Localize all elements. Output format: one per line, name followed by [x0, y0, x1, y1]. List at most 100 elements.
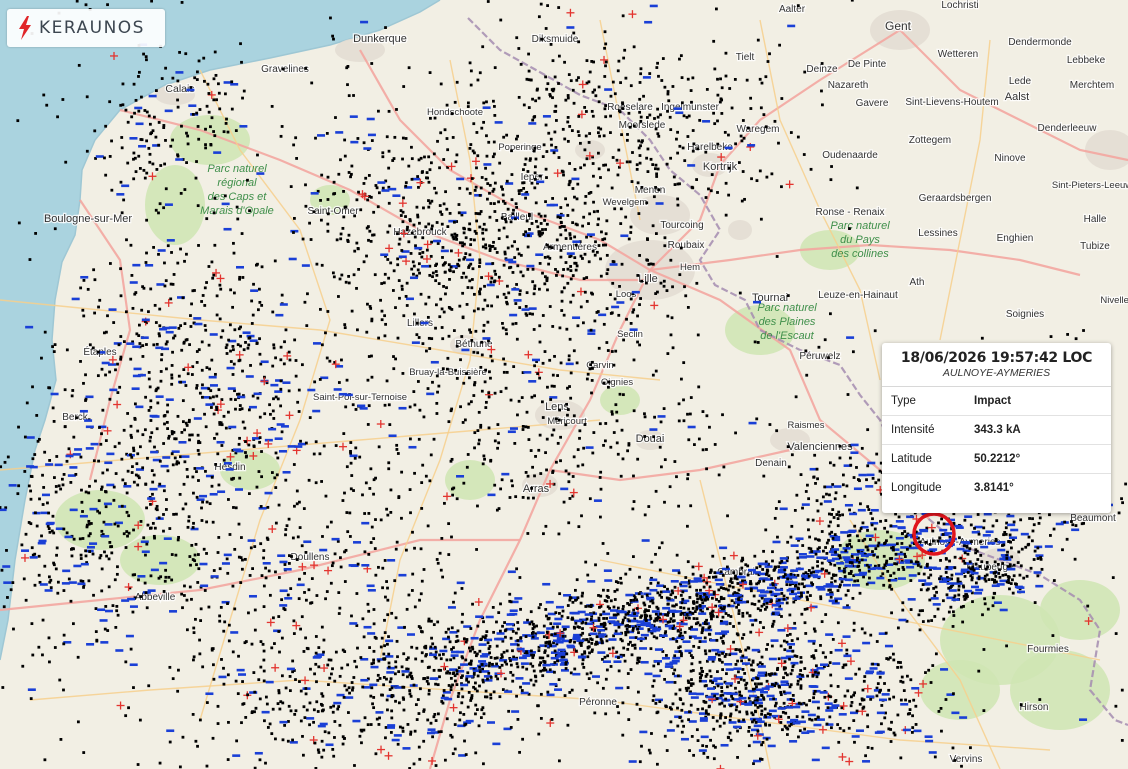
- strike-marker: [191, 475, 195, 479]
- negative-strike-marker: [597, 651, 606, 654]
- strike-marker: [420, 651, 424, 655]
- strike-marker: [420, 579, 424, 583]
- strike-marker: [742, 633, 746, 637]
- strike-marker: [482, 323, 486, 327]
- negative-strike-marker: [514, 597, 523, 600]
- strike-marker: [793, 654, 797, 658]
- strike-marker: [136, 452, 140, 456]
- strike-marker: [200, 519, 204, 522]
- strike-marker: [325, 131, 329, 135]
- strike-marker: [798, 729, 802, 733]
- negative-strike-marker: [333, 388, 342, 391]
- strike-marker: [149, 405, 153, 409]
- strike-marker: [373, 273, 377, 277]
- strike-marker: [745, 712, 749, 716]
- strike-marker: [367, 404, 371, 408]
- strike-marker: [397, 279, 401, 282]
- strike-marker: [198, 638, 201, 642]
- strike-marker: [469, 83, 473, 87]
- strike-marker: [421, 236, 425, 240]
- strike-marker: [505, 235, 509, 239]
- strike-marker: [699, 608, 703, 612]
- strike-marker: [1010, 546, 1013, 550]
- strike-marker: [571, 616, 574, 620]
- strike-marker: [735, 605, 739, 609]
- strike-marker: [103, 550, 106, 554]
- strike-marker: [517, 252, 521, 256]
- negative-strike-marker: [806, 555, 815, 558]
- strike-marker: [704, 652, 708, 656]
- negative-strike-marker: [79, 514, 88, 518]
- strike-marker: [62, 642, 66, 646]
- strike-marker: [173, 456, 177, 460]
- strike-marker: [155, 427, 159, 431]
- place-label-beaumont: Beaumont: [1070, 513, 1116, 524]
- strike-marker: [840, 580, 844, 584]
- strike-marker: [56, 591, 60, 595]
- place-label-wetteren: Wetteren: [938, 49, 978, 60]
- strike-marker: [405, 658, 409, 661]
- negative-strike-marker: [669, 610, 678, 613]
- strike-marker: [784, 711, 788, 715]
- strike-marker: [666, 602, 670, 606]
- strike-marker: [137, 578, 140, 582]
- strike-marker: [486, 320, 490, 324]
- strike-marker: [809, 594, 812, 597]
- strike-marker: [150, 431, 154, 435]
- negative-strike-marker: [37, 541, 46, 545]
- strike-marker: [217, 536, 221, 539]
- strike-marker: [291, 659, 295, 663]
- strike-marker: [432, 668, 436, 672]
- negative-strike-marker: [270, 383, 279, 387]
- strike-marker: [680, 719, 684, 723]
- strike-marker: [713, 694, 717, 698]
- strike-marker: [884, 561, 888, 565]
- strike-marker: [268, 593, 272, 597]
- strike-marker: [678, 716, 682, 719]
- strike-marker: [938, 577, 941, 581]
- strike-marker: [729, 738, 733, 742]
- negative-strike-marker: [8, 484, 17, 487]
- strike-marker: [613, 207, 617, 211]
- strike-marker: [148, 439, 152, 443]
- strike-marker: [511, 649, 514, 653]
- strike-marker: [566, 604, 570, 607]
- strike-marker: [515, 567, 519, 571]
- strike-marker: [979, 540, 982, 544]
- strike-marker: [367, 512, 371, 515]
- strike-marker: [584, 621, 588, 625]
- strike-marker: [321, 535, 324, 538]
- strike-marker: [223, 620, 227, 624]
- strike-marker: [69, 481, 73, 484]
- strike-marker: [337, 612, 341, 615]
- strike-marker: [944, 571, 948, 574]
- negative-strike-marker: [159, 327, 168, 331]
- strike-marker: [415, 205, 419, 209]
- strike-marker: [460, 620, 464, 624]
- strike-marker: [185, 424, 189, 427]
- strike-marker: [448, 671, 451, 675]
- strike-marker: [121, 478, 125, 482]
- strike-marker: [584, 605, 588, 608]
- strike-marker: [793, 621, 797, 625]
- strike-marker: [533, 146, 537, 150]
- strike-marker: [633, 646, 637, 650]
- negative-strike-marker: [907, 598, 916, 601]
- negative-strike-marker: [535, 253, 544, 257]
- strike-marker: [280, 674, 284, 678]
- strike-marker: [810, 550, 814, 553]
- strike-marker: [216, 551, 220, 554]
- strike-marker: [43, 564, 47, 568]
- strike-marker: [596, 681, 600, 685]
- strike-marker: [877, 564, 881, 567]
- strike-marker: [5, 549, 8, 552]
- strike-marker: [218, 317, 222, 321]
- strike-marker: [49, 586, 53, 590]
- negative-strike-marker: [0, 508, 7, 512]
- strike-marker: [969, 523, 973, 527]
- strike-marker: [141, 344, 145, 348]
- strike-marker: [1017, 550, 1021, 554]
- strike-marker: [264, 576, 268, 580]
- strike-marker: [155, 504, 159, 508]
- strike-marker: [332, 180, 336, 184]
